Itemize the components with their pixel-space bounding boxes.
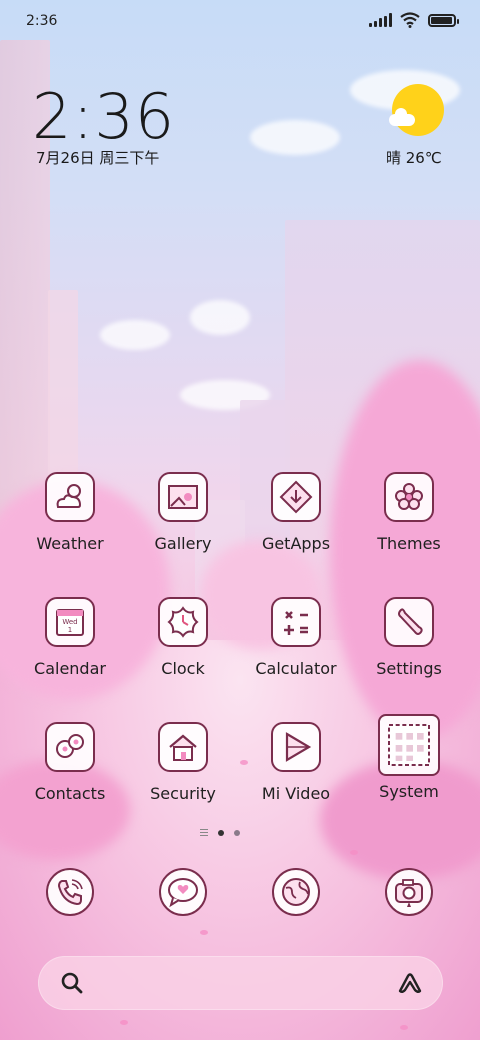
dock-camera[interactable]	[354, 868, 464, 916]
app-weather[interactable]: Weather	[15, 472, 125, 553]
system-folder-icon	[378, 714, 440, 776]
app-mi-video[interactable]: Mi Video	[241, 722, 351, 803]
status-time: 2:36	[26, 13, 58, 29]
clock-icon	[158, 597, 208, 647]
dock-messages[interactable]	[128, 868, 238, 916]
app-label: Mi Video	[261, 784, 331, 803]
dock-phone[interactable]	[15, 868, 125, 916]
mi-video-icon	[271, 722, 321, 772]
app-label: Security	[150, 784, 216, 803]
app-label: Contacts	[34, 784, 106, 803]
battery-icon	[428, 13, 459, 27]
weather-widget-text[interactable]: 晴 26℃	[386, 147, 442, 168]
page-indicator[interactable]	[200, 829, 240, 836]
calendar-day-number: 1	[68, 626, 72, 634]
search-icon[interactable]	[60, 971, 84, 995]
clock-widget-date[interactable]: 7月26日 周三下午	[36, 147, 159, 168]
dock-browser[interactable]	[241, 868, 351, 916]
app-clock[interactable]: Clock	[128, 597, 238, 678]
cellular-signal-icon	[369, 13, 392, 27]
app-security[interactable]: Security	[128, 722, 238, 803]
calendar-icon: Wed 1	[45, 597, 95, 647]
app-label: Themes	[377, 534, 441, 553]
wifi-icon	[400, 12, 420, 28]
assistant-icon[interactable]	[397, 971, 423, 995]
app-label: Calendar	[34, 659, 106, 678]
app-label: Settings	[376, 659, 442, 678]
page-list-icon	[200, 829, 208, 836]
camera-icon	[385, 868, 433, 916]
app-label: Weather	[36, 534, 104, 553]
page-dot-active	[218, 829, 224, 836]
app-calculator[interactable]: Calculator	[241, 597, 351, 678]
app-settings[interactable]: Settings	[354, 597, 464, 678]
calculator-icon	[271, 597, 321, 647]
app-themes[interactable]: Themes	[354, 472, 464, 553]
settings-icon	[384, 597, 434, 647]
calendar-day-name: Wed	[62, 618, 77, 626]
page-dot	[234, 829, 240, 836]
contacts-icon	[45, 722, 95, 772]
gallery-icon	[158, 472, 208, 522]
app-label: Gallery	[154, 534, 212, 553]
getapps-icon	[271, 472, 321, 522]
home-screen: 2:36 2:36 7月26日 周三下午 晴 26℃ Weather Galle…	[0, 0, 480, 1040]
sunny-cloud-icon[interactable]	[389, 84, 444, 136]
app-system-folder[interactable]: System	[354, 714, 464, 801]
themes-icon	[384, 472, 434, 522]
app-label: System	[379, 782, 439, 801]
security-icon	[158, 722, 208, 772]
app-calendar[interactable]: Wed 1 Calendar	[15, 597, 125, 678]
browser-icon	[272, 868, 320, 916]
phone-icon	[46, 868, 94, 916]
app-contacts[interactable]: Contacts	[15, 722, 125, 803]
app-label: Calculator	[255, 659, 337, 678]
weather-icon	[45, 472, 95, 522]
messages-icon	[159, 868, 207, 916]
clock-widget-time[interactable]: 2:36	[32, 80, 175, 153]
app-gallery[interactable]: Gallery	[128, 472, 238, 553]
app-getapps[interactable]: GetApps	[241, 472, 351, 553]
app-label: GetApps	[261, 534, 331, 553]
status-bar: 2:36	[0, 0, 480, 42]
search-bar[interactable]	[38, 956, 443, 1010]
app-label: Clock	[161, 659, 205, 678]
